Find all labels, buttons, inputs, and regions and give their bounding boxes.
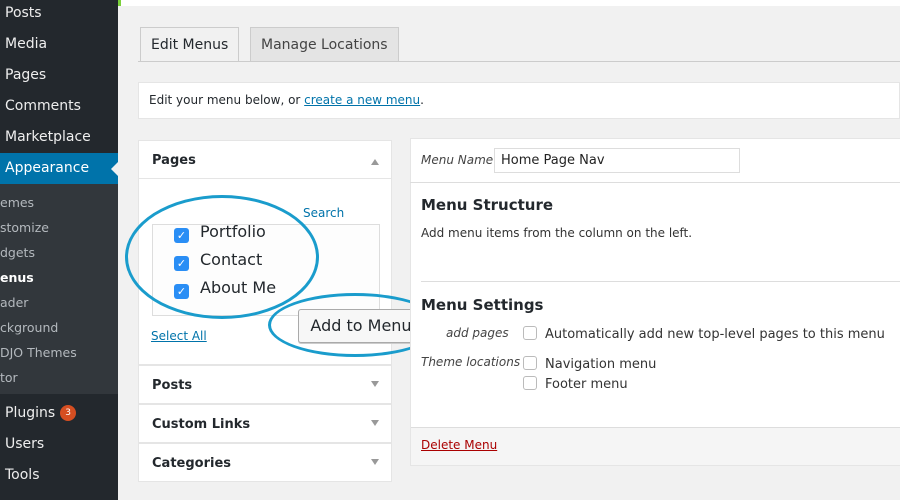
menu-name-input[interactable] — [494, 148, 740, 173]
divider — [410, 182, 900, 183]
collapse-arrow-icon — [371, 155, 379, 165]
expand-arrow-icon — [371, 420, 379, 430]
expand-arrow-icon — [371, 381, 379, 391]
checkbox-icon[interactable] — [523, 376, 537, 390]
expand-arrow-icon — [371, 459, 379, 469]
menu-settings-title: Menu Settings — [421, 296, 544, 314]
submenu-header[interactable]: ader — [0, 295, 28, 310]
select-all-link[interactable]: Select All — [151, 329, 207, 343]
auto-add-option[interactable]: Automatically add new top-level pages to… — [523, 326, 885, 342]
custom-links-section-header[interactable]: Custom Links — [138, 404, 392, 443]
sidebar-item-users[interactable]: Users — [5, 436, 44, 452]
checkbox-icon[interactable] — [523, 326, 537, 340]
menu-structure-hint: Add menu items from the column on the le… — [421, 226, 693, 240]
location-navigation[interactable]: Navigation menu — [523, 356, 656, 372]
top-notice-edge — [118, 0, 900, 6]
categories-section-header[interactable]: Categories — [138, 443, 392, 482]
create-menu-link[interactable]: create a new menu — [304, 93, 420, 107]
sidebar-item-media[interactable]: Media — [5, 36, 47, 52]
submenu-background[interactable]: ckground — [0, 320, 58, 335]
delete-menu-link[interactable]: Delete Menu — [421, 438, 497, 452]
pages-section-header[interactable]: Pages — [138, 140, 392, 179]
sidebar-item-marketplace[interactable]: Marketplace — [5, 129, 91, 145]
appearance-submenu — [0, 184, 118, 394]
sidebar-item-tools[interactable]: Tools — [5, 467, 40, 483]
tab-divider — [138, 61, 900, 62]
submenu-themes[interactable]: emes — [0, 195, 34, 210]
submenu-widgets[interactable]: dgets — [0, 245, 35, 260]
auto-add-label: add pages — [446, 326, 509, 340]
sidebar-item-plugins[interactable]: Plugins 3 — [5, 405, 77, 421]
submenu-editor[interactable]: tor — [0, 370, 18, 385]
menu-name-label: Menu Name — [421, 153, 494, 167]
search-tab[interactable]: Search — [303, 206, 344, 220]
sidebar-item-posts[interactable]: Posts — [5, 5, 42, 21]
notice-bar: Edit your menu below, or create a new me… — [138, 82, 900, 119]
tab-edit-menus[interactable]: Edit Menus — [140, 27, 240, 62]
submenu-menus[interactable]: enus — [0, 270, 34, 285]
menu-structure-title: Menu Structure — [421, 196, 554, 214]
sidebar-item-comments[interactable]: Comments — [5, 98, 81, 114]
divider — [421, 281, 900, 282]
submenu-customize[interactable]: stomize — [0, 220, 49, 235]
plugins-update-badge: 3 — [60, 405, 77, 421]
sidebar-item-pages[interactable]: Pages — [5, 67, 46, 83]
sidebar-item-appearance[interactable]: Appearance — [5, 160, 89, 176]
checkbox-icon[interactable] — [523, 356, 537, 370]
theme-locations-label: Theme locations — [421, 355, 521, 369]
location-footer[interactable]: Footer menu — [523, 376, 628, 392]
tab-manage-locations[interactable]: Manage Locations — [250, 27, 399, 61]
submenu-themes-2[interactable]: DJO Themes — [0, 345, 77, 360]
highlight-ring-pages — [125, 195, 319, 319]
posts-section-header[interactable]: Posts — [138, 365, 392, 404]
